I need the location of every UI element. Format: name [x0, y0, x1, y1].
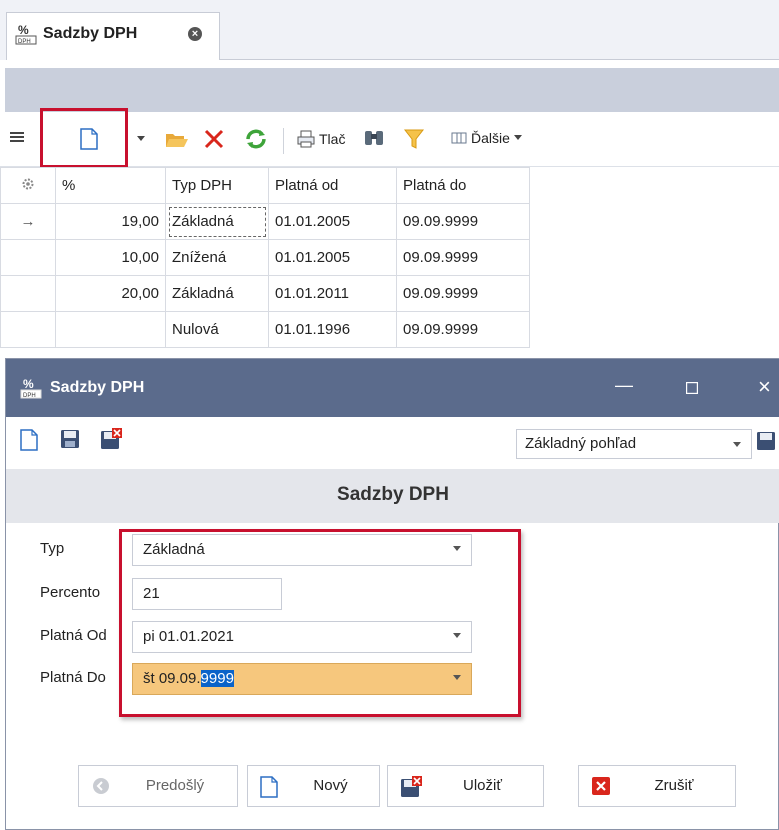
save-icon[interactable]	[60, 429, 80, 453]
more-button[interactable]: Ďalšie	[451, 130, 522, 146]
highlight-form-fields	[119, 529, 521, 717]
edit-dialog: % DPH Sadzby DPH — × Základný pohľad Sad…	[5, 358, 779, 830]
dialog-title: Sadzby DPH	[50, 379, 145, 396]
cell-od[interactable]: 01.01.2011	[268, 275, 397, 312]
new-record-icon[interactable]	[20, 429, 38, 455]
maximize-icon[interactable]	[685, 378, 699, 399]
row-indicator	[0, 239, 56, 276]
grid-header-row: % Typ DPH Platná od Platná do	[0, 167, 530, 204]
toolbar-divider	[283, 128, 284, 154]
view-select[interactable]: Základný pohľad	[516, 429, 752, 459]
tab-sadzby-dph[interactable]: % DPH Sadzby DPH ×	[6, 12, 220, 60]
row-settings-icon[interactable]	[0, 167, 56, 204]
cell-do[interactable]: 09.09.9999	[396, 275, 530, 312]
column-header-pct[interactable]: %	[55, 167, 166, 204]
print-button[interactable]: Tlač	[297, 130, 345, 148]
search-binoculars-icon[interactable]	[363, 128, 385, 148]
platna-do-label: Platná Do	[40, 669, 106, 686]
cell-pct[interactable]	[55, 311, 166, 348]
columns-icon	[451, 132, 467, 144]
cancel-button[interactable]: Zrušiť	[578, 765, 736, 807]
highlight-new-button	[40, 108, 128, 168]
cell-pct[interactable]: 20,00	[55, 275, 166, 312]
cell-typ[interactable]: Nulová	[165, 311, 269, 348]
table-row[interactable]: 10,00 Znížená 01.01.2005 09.09.9999	[0, 239, 530, 276]
cell-typ[interactable]: Základná	[165, 275, 269, 312]
chevron-down-icon	[513, 135, 522, 140]
close-icon[interactable]: ×	[758, 374, 771, 400]
percento-label: Percento	[40, 584, 101, 601]
platna-od-label: Platná Od	[40, 627, 107, 644]
column-header-typ[interactable]: Typ DPH	[165, 167, 269, 204]
close-icon[interactable]: ×	[188, 27, 202, 41]
chevron-down-icon	[733, 442, 741, 447]
percent-dph-icon: % DPH	[15, 23, 37, 49]
save-view-icon[interactable]	[756, 431, 776, 455]
svg-text:%: %	[23, 377, 34, 391]
row-indicator-icon: →	[0, 203, 56, 240]
dialog-toolbar: Základný pohľad	[6, 417, 779, 469]
more-label: Ďalšie	[471, 130, 510, 146]
printer-icon	[297, 130, 315, 148]
column-header-do[interactable]: Platná do	[396, 167, 530, 204]
save-close-icon[interactable]	[100, 428, 122, 454]
tab-title: Sadzby DPH	[43, 25, 138, 42]
previous-label: Predošlý	[145, 777, 205, 794]
table-row[interactable]: → 19,00 Základná 01.01.2005 09.09.9999	[0, 203, 530, 240]
svg-text:DPH: DPH	[18, 39, 31, 45]
refresh-icon[interactable]	[244, 128, 268, 150]
vat-rates-grid: % Typ DPH Platná od Platná do → 19,00 Zá…	[0, 167, 530, 348]
cancel-label: Zrušiť	[654, 777, 694, 794]
delete-icon[interactable]	[203, 128, 225, 150]
hamburger-icon[interactable]	[10, 130, 24, 144]
save-button[interactable]: Uložiť	[387, 765, 544, 807]
cell-typ[interactable]: Znížená	[165, 239, 269, 276]
cell-do[interactable]: 09.09.9999	[396, 311, 530, 348]
row-indicator	[0, 275, 56, 312]
table-row[interactable]: Nulová 01.01.1996 09.09.9999	[0, 311, 530, 348]
percent-dph-icon: % DPH	[20, 377, 42, 403]
form-header-band: Sadzby DPH	[6, 469, 779, 523]
print-label: Tlač	[319, 131, 346, 147]
table-row[interactable]: 20,00 Základná 01.01.2011 09.09.9999	[0, 275, 530, 312]
cell-do[interactable]: 09.09.9999	[396, 203, 530, 240]
cell-od[interactable]: 01.01.1996	[268, 311, 397, 348]
cell-pct[interactable]: 19,00	[55, 203, 166, 240]
typ-label: Typ	[40, 540, 65, 557]
new-button[interactable]: Nový	[247, 765, 380, 807]
svg-text:DPH: DPH	[23, 393, 36, 399]
cell-od[interactable]: 01.01.2005	[268, 203, 397, 240]
row-indicator	[0, 311, 56, 348]
ribbon-band	[5, 68, 779, 112]
cell-typ[interactable]: Základná	[165, 203, 269, 240]
previous-button[interactable]: Predošlý	[78, 765, 238, 807]
dialog-title-bar[interactable]: % DPH Sadzby DPH — ×	[6, 359, 779, 417]
cell-do[interactable]: 09.09.9999	[396, 239, 530, 276]
svg-text:%: %	[18, 23, 29, 37]
save-label: Uložiť	[463, 777, 502, 794]
cell-od[interactable]: 01.01.2005	[268, 239, 397, 276]
view-select-value: Základný pohľad	[525, 435, 637, 452]
new-label: Nový	[313, 777, 348, 794]
open-folder-icon[interactable]	[165, 130, 189, 150]
filter-icon[interactable]	[403, 128, 425, 150]
cell-pct[interactable]: 10,00	[55, 239, 166, 276]
form-header-title: Sadzby DPH	[337, 484, 449, 505]
minimize-icon[interactable]: —	[615, 375, 633, 396]
chevron-down-icon[interactable]	[137, 136, 145, 142]
column-header-od[interactable]: Platná od	[268, 167, 397, 204]
